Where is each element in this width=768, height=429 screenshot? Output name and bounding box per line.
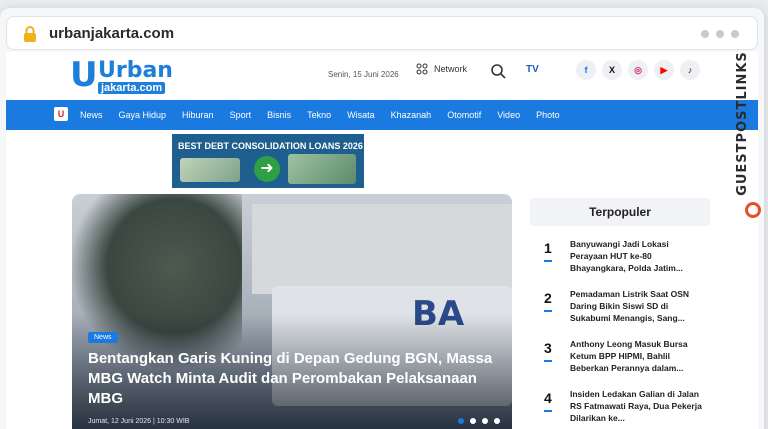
nav-home-icon[interactable]: U (54, 107, 68, 121)
ad-banner[interactable]: BEST DEBT CONSOLIDATION LOANS 2026 ➜ (172, 134, 364, 188)
popular-title[interactable]: Insiden Ledakan Galian di Jalan RS Fatma… (570, 388, 704, 424)
popular-heading: Terpopuler (530, 198, 710, 226)
ad-image (288, 154, 356, 184)
popular-title[interactable]: Anthony Leong Masuk Bursa Ketum BPP HIPM… (570, 338, 704, 374)
tiktok-icon[interactable]: ♪ (680, 60, 700, 80)
slider-dot[interactable] (482, 418, 488, 424)
rank-underline (544, 360, 552, 362)
nav-item-hiburan[interactable]: Hiburan (174, 110, 222, 120)
watermark-text: GUESTPOSTLINKS (734, 51, 750, 196)
nav-item-khazanah[interactable]: Khazanah (383, 110, 440, 120)
network-label: Network (434, 64, 468, 74)
popular-panel: Terpopuler 1 Banyuwangi Jadi Lokasi Pera… (530, 198, 710, 429)
search-icon[interactable] (490, 63, 506, 79)
rank-underline (544, 260, 552, 262)
logo-sub: jakarta.com (98, 82, 166, 94)
window-dot-icon[interactable] (716, 30, 724, 38)
window-controls (701, 30, 739, 38)
nav-item-sport[interactable]: Sport (222, 110, 260, 120)
slider-dot[interactable] (470, 418, 476, 424)
main-nav: U News Gaya Hidup Hiburan Sport Bisnis T… (6, 100, 758, 130)
url-text[interactable]: urbanjakarta.com (49, 25, 174, 42)
hero-title[interactable]: Bentangkan Garis Kuning di Depan Gedung … (88, 349, 498, 409)
slider-dot[interactable] (458, 418, 464, 424)
rank-underline (544, 410, 552, 412)
tv-logo[interactable]: TV (526, 64, 539, 75)
header-date: Senin, 15 Juni 2026 (328, 70, 399, 79)
social-links: f X ◎ ▶ ♪ (576, 60, 700, 80)
nav-item-photo[interactable]: Photo (528, 110, 568, 120)
logo-letter: U (70, 55, 98, 95)
logo-main: Urban (98, 58, 173, 83)
window-dot-icon[interactable] (701, 30, 709, 38)
nav-item-tekno[interactable]: Tekno (299, 110, 339, 120)
hero-date: Jumat, 12 Juni 2026 | 10:30 WIB (88, 418, 190, 425)
address-bar[interactable]: urbanjakarta.com (6, 16, 758, 50)
nav-items: News Gaya Hidup Hiburan Sport Bisnis Tek… (72, 110, 568, 120)
nav-item-news[interactable]: News (72, 110, 111, 120)
lock-icon (24, 26, 36, 42)
popular-rank: 2 (544, 290, 552, 306)
link-icon (745, 202, 761, 218)
rank-underline (544, 310, 552, 312)
site-logo[interactable]: U Urban jakarta.com (70, 56, 190, 96)
side-watermark: GUESTPOSTLINKS (735, 36, 764, 236)
instagram-icon[interactable]: ◎ (628, 60, 648, 80)
popular-rank: 3 (544, 340, 552, 356)
popular-rank: 1 (544, 240, 552, 256)
slider-dot[interactable] (494, 418, 500, 424)
nav-item-wisata[interactable]: Wisata (339, 110, 383, 120)
hero-article[interactable]: BA News Bentangkan Garis Kuning di Depan… (72, 194, 512, 429)
arrow-right-icon[interactable]: ➜ (254, 156, 280, 182)
slider-dots (458, 418, 500, 424)
x-icon[interactable]: X (602, 60, 622, 80)
facebook-icon[interactable]: f (576, 60, 596, 80)
nav-item-bisnis[interactable]: Bisnis (259, 110, 299, 120)
category-badge[interactable]: News (88, 332, 118, 343)
nav-item-video[interactable]: Video (489, 110, 528, 120)
site-page: U Urban jakarta.com Senin, 15 Juni 2026 … (6, 52, 758, 429)
popular-rank: 4 (544, 390, 552, 406)
popular-title[interactable]: Banyuwangi Jadi Lokasi Perayaan HUT ke-8… (570, 238, 704, 274)
popular-title[interactable]: Pemadaman Listrik Saat OSN Daring Bikin … (570, 288, 704, 324)
network-menu[interactable]: Network (416, 63, 467, 75)
nav-item-otomotif[interactable]: Otomotif (439, 110, 489, 120)
ad-image (180, 158, 240, 182)
ad-title: BEST DEBT CONSOLIDATION LOANS 2026 (178, 141, 363, 151)
youtube-icon[interactable]: ▶ (654, 60, 674, 80)
window-dot-icon[interactable] (731, 30, 739, 38)
network-icon (416, 63, 428, 75)
browser-window: urbanjakarta.com U Urban jakarta.com Sen… (0, 8, 764, 429)
hero-image-building (252, 204, 512, 294)
nav-item-gaya-hidup[interactable]: Gaya Hidup (111, 110, 175, 120)
